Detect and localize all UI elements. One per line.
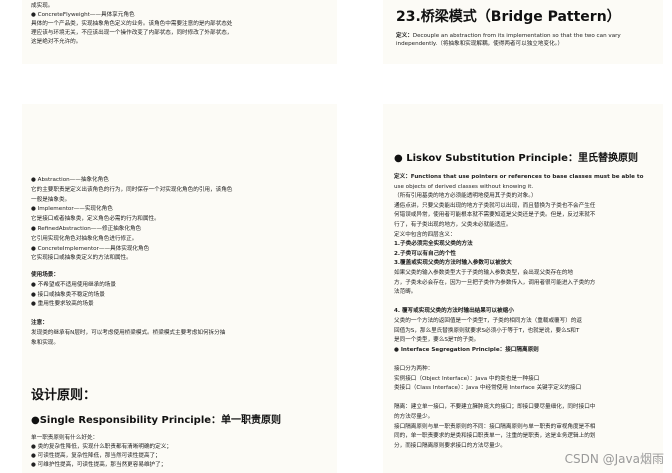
text-line: ● 类的复杂性降低，实现什么职责都有清晰明确的定义； xyxy=(31,444,172,450)
text-line: 隔离：建立单一接口，不要建立臃肿庞大的接口；即接口要尽量细化，同时接口中 xyxy=(394,404,596,411)
bridge-definition-line-2: independently.（将抽象和实现解耦，使得两者可以独立地变化。） xyxy=(396,41,564,47)
text-line: 3.覆盖或实现父类的方法时输入参数可以被放大 xyxy=(394,260,512,267)
text-line: 类接口（Class Interface）：Java 中经常使用 Interfac… xyxy=(394,385,582,392)
page-bottom-left: ● Abstraction——抽象化角色它的主要职责是定义出该角色的行为，同时保… xyxy=(22,104,337,473)
text-line: 定义中包含的四层含义： xyxy=(394,231,456,238)
text-line: 注意： xyxy=(31,320,48,326)
text-line: 回值为S，那么里氏替换原则就要求S必须小于等于T，也就是说，要么S和T xyxy=(394,327,580,334)
text-line: ● Abstraction——抽象化角色 xyxy=(31,177,109,183)
text-line: （所有引用基类的地方必须能透明地使用其子类的对象。） xyxy=(394,193,537,200)
text-line: 何错误或异常，使用者可能根本就不需要知道是父类还是子类。但是，反过来就不 xyxy=(394,212,596,219)
text-line: 如果父类的输入参数类型大于子类的输入参数类型，会出现父类存在的地 xyxy=(394,270,574,276)
text-line: ● Implementor——实现化角色 xyxy=(31,206,113,213)
text-line: 成实现。 xyxy=(31,3,54,9)
text-line: 的方法尽量少。 xyxy=(394,414,434,420)
text-line: 法范畴。 xyxy=(394,289,417,296)
text-line: 接口分为两种： xyxy=(394,366,434,372)
text-line: 发现类的继承有N层时，可以考虑使用桥梁模式。桥梁模式主要考虑如何拆分抽 xyxy=(31,330,226,336)
text-line: ● 不希望或不适用使用继承的场景 xyxy=(31,282,116,288)
text-line: 它实现接口或抽象类定义的方法和属性。 xyxy=(31,255,132,262)
text-line: 通俗点讲，只要父类能出现的地方子类就可以出现，而且替换为子类也不会产生任 xyxy=(394,202,596,209)
text-line: 行了，有子类出现的地方，父类未必就能适应。 xyxy=(394,222,512,228)
text-line: 方，子类未必会存在，因为一旦把子类作为参数传入，调用者很可能进入子类的方 xyxy=(394,279,596,286)
text-line: 这是绝对不允许的。 xyxy=(31,39,82,45)
text-line: 1.子类必须完全实现父类的方法 xyxy=(394,241,473,248)
text-line: ● Interface Segregation Principle：接口隔离原则 xyxy=(394,346,539,353)
definition-label: 定义： xyxy=(396,33,413,39)
lsp-heading: ● Liskov Substitution Principle：里氏替换原则 xyxy=(394,153,638,164)
text-line: 使用场景： xyxy=(31,272,59,278)
design-principles-heading: 设计原则： xyxy=(31,388,97,403)
text-line: ● 可读性提高，复杂性降低，那当然可读性提高了； xyxy=(31,453,161,459)
text-line: ● RefinedAbstraction——修正抽象化角色 xyxy=(31,226,142,232)
text-line: 它引用实现化角色对抽象化角色进行修正。 xyxy=(31,235,138,242)
text-line: 分，而接口隔离原则要求接口的方法尽量少。 xyxy=(394,442,506,449)
definition-text: Decouple an abstraction from its impleme… xyxy=(412,33,621,39)
text-line: 父类的一个方法的返回值是一个类型T，子类的相同方法（重载或覆写）的返 xyxy=(394,318,583,324)
page-top-right: 23.桥梁模式（Bridge Pattern） 定义：Decouple an a… xyxy=(383,0,663,64)
text-line: 一般是抽象类。 xyxy=(31,196,71,203)
text-line: 它的主要职责是定义出该角色的行为，同时保存一个对实现化角色的引用，该角色 xyxy=(31,186,233,193)
text-line: 象和实现。 xyxy=(31,339,59,346)
text-line: ● 重用性要求较高的场景 xyxy=(31,301,94,307)
text-line: 理应该与环境无关，不应该出现一个操作改变了内部状态，同时修改了外部状态， xyxy=(31,30,233,36)
bridge-definition-line-1: 定义：Decouple an abstraction from its impl… xyxy=(396,33,621,40)
page-bottom-right: ● Liskov Substitution Principle：里氏替换原则 定… xyxy=(383,104,663,473)
text-line: ● ConcreteFlyweight——具体享元角色 xyxy=(31,12,135,18)
page-top-left: 成实现。 ● ConcreteFlyweight——具体享元角色具体的一个产品类，… xyxy=(22,0,337,64)
text-line: 同的，单一职责要求的是类和接口职责单一，注重的是职责，这是业务逻辑上的划 xyxy=(394,433,596,440)
text-line: ● ConcreteImplementor——具体实现化角色 xyxy=(31,245,150,252)
text-line: ● 接口或抽象类不稳定的场景 xyxy=(31,291,105,298)
srp-heading: ●Single Responsibility Principle：单一职责原则 xyxy=(31,415,282,426)
text-line: 单一职责原则有什么好处： xyxy=(31,435,99,441)
csdn-watermark: CSDN @Java烟雨 xyxy=(564,452,664,466)
bridge-pattern-title: 23.桥梁模式（Bridge Pattern） xyxy=(396,9,621,25)
text-line: 定义：Functions that use pointers or refere… xyxy=(394,174,644,180)
text-line: ● 可维护性提高，可读性提高，那当然更容易维护了； xyxy=(31,462,167,468)
text-line: 接口隔离原则与单一职责原则的不同：接口隔离原则与单一职责的审视角度是不相 xyxy=(394,423,596,430)
text-line: 2.子类可以有自己的个性 xyxy=(394,250,456,257)
text-line: 实例接口（Object Interface）：Java 中的类也是一种接口 xyxy=(394,375,540,382)
text-line: 具体的一个产品类，实现抽象角色定义的业务。该角色中需要注意的是内部状态处 xyxy=(31,21,233,27)
text-line: 是同一个类型，要么S是T的子类。 xyxy=(394,337,480,344)
text-line: 它是接口或者抽象类，定义角色必需的行为和属性。 xyxy=(31,216,160,223)
text-line: 4. 覆写或实现父类的方法时输出结果可以被缩小 xyxy=(394,308,514,315)
text-line: use objects of derived classes without k… xyxy=(394,183,534,190)
